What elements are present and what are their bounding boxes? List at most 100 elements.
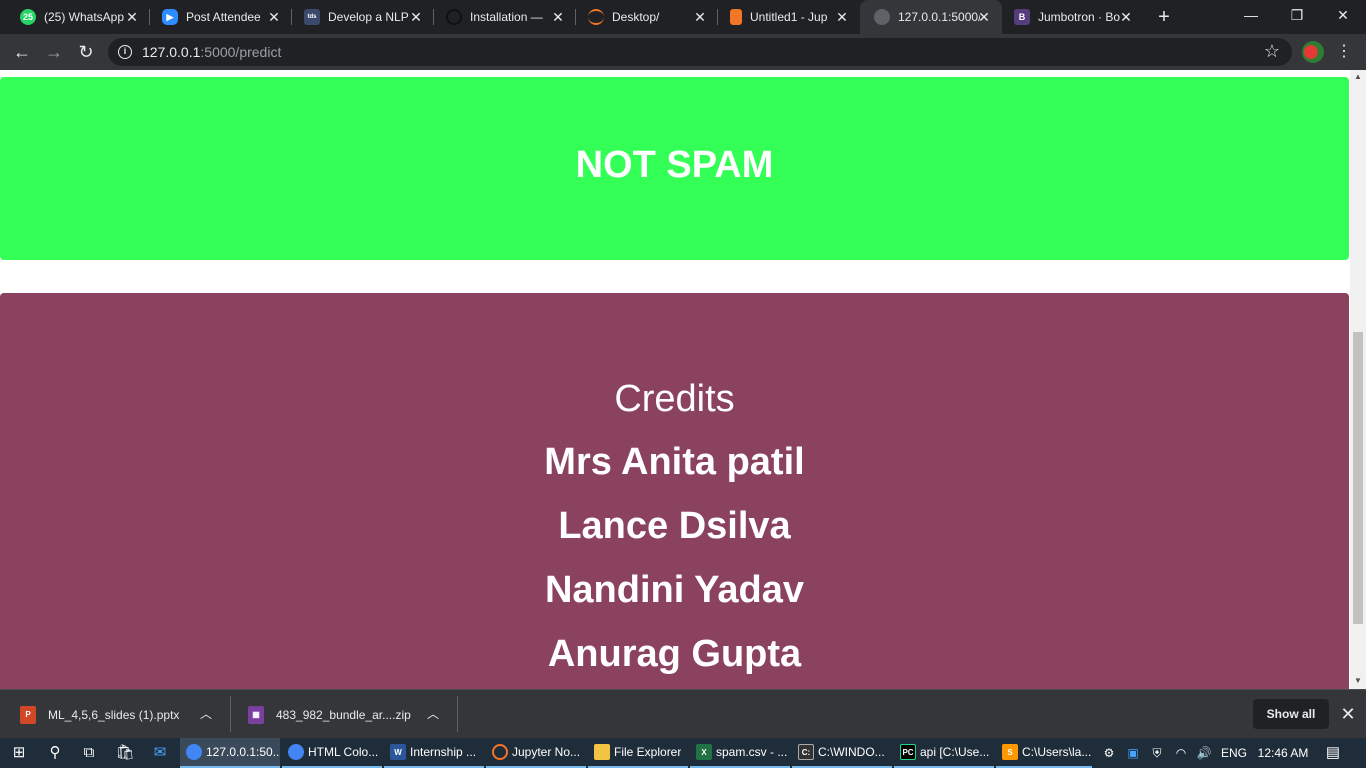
close-icon[interactable]: ✕	[1118, 9, 1134, 25]
tab-desktop[interactable]: Desktop/ ✕	[568, 0, 718, 34]
url-path: :5000/predict	[200, 44, 282, 60]
globe-icon	[874, 9, 890, 25]
bookmark-star-icon[interactable]: ☆	[1264, 41, 1280, 62]
page-viewport: NOT SPAM Credits Mrs Anita patil Lance D…	[0, 70, 1350, 689]
taskbar-app-label: api [C:\Use...	[920, 745, 990, 759]
tab-whatsapp[interactable]: 25 (25) WhatsApp ✕	[0, 0, 150, 34]
tab-title: (25) WhatsApp	[44, 10, 125, 24]
excel-icon: X	[696, 744, 712, 760]
show-all-button[interactable]: Show all	[1253, 699, 1329, 729]
taskbar-app-label: HTML Colo...	[308, 745, 379, 759]
minimize-button[interactable]: —	[1228, 0, 1274, 34]
store-icon[interactable]: 🛍	[108, 738, 142, 768]
download-item[interactable]: P ML_4,5,6_slides (1).pptx	[0, 690, 228, 739]
scroll-down-icon[interactable]: ▼	[1350, 674, 1366, 688]
whatsapp-icon: 25	[20, 9, 36, 25]
close-icon[interactable]: ✕	[976, 9, 992, 25]
credits-jumbotron: Credits Mrs Anita patil Lance Dsilva Nan…	[0, 293, 1349, 689]
tab-title: Desktop/	[612, 10, 660, 24]
pycharm-icon: PC	[900, 744, 916, 760]
cmd-icon: C:	[798, 744, 814, 760]
windows-taskbar: ⊞ ⚲ ⧉ 🛍 ✉ 127.0.0.1:50... HTML Colo... W…	[0, 738, 1366, 768]
taskbar-app-chrome-predict[interactable]: 127.0.0.1:50...	[180, 738, 280, 768]
back-button[interactable]: ←	[8, 38, 36, 66]
winrar-icon: ▦	[248, 705, 264, 724]
close-icon[interactable]: ✕	[1338, 702, 1358, 726]
chevron-up-icon[interactable]: ︿	[198, 705, 214, 723]
task-view-icon[interactable]: ⧉	[72, 738, 106, 768]
tab-title: 127.0.0.1:5000/	[898, 10, 980, 24]
taskbar-app-label: C:\WINDO...	[818, 745, 885, 759]
taskbar-app-jupyter[interactable]: Jupyter No...	[486, 738, 586, 768]
restore-button[interactable]: ❐	[1274, 0, 1320, 34]
credit-name: Nandini Yadav	[544, 569, 805, 611]
wifi-icon[interactable]: ◠	[1170, 738, 1192, 768]
download-filename: 483_982_bundle_ar....zip	[276, 707, 411, 722]
url-host: 127.0.0.1	[142, 44, 201, 60]
taskbar-app-chrome-html[interactable]: HTML Colo...	[282, 738, 382, 768]
notifications-icon[interactable]: ▤	[1320, 738, 1346, 768]
anaconda-icon	[446, 9, 462, 25]
chevron-up-icon[interactable]: ︿	[425, 705, 441, 723]
tab-develop-nlp[interactable]: tds Develop a NLP ✕	[284, 0, 434, 34]
taskbar-app-word[interactable]: W Internship ...	[384, 738, 484, 768]
result-jumbotron: NOT SPAM	[0, 77, 1349, 260]
close-icon[interactable]: ✕	[408, 9, 424, 25]
taskbar-app-pycharm[interactable]: PC api [C:\Use...	[894, 738, 994, 768]
taskbar-app-cmd[interactable]: C: C:\WINDO...	[792, 738, 892, 768]
close-icon[interactable]: ✕	[550, 9, 566, 25]
tab-active-predict[interactable]: 127.0.0.1:5000/ ✕	[860, 0, 1002, 34]
tab-title: Installation —	[470, 10, 543, 24]
credits-heading: Credits	[614, 378, 735, 420]
close-icon[interactable]: ✕	[124, 9, 140, 25]
taskbar-app-label: Jupyter No...	[512, 745, 581, 759]
powerpoint-icon: P	[20, 705, 36, 724]
taskbar-app-label: C:\Users\la...	[1022, 745, 1092, 759]
tray-app-icon[interactable]: ⚙	[1098, 738, 1120, 768]
download-item[interactable]: ▦ 483_982_bundle_ar....zip	[228, 690, 456, 739]
jupyter-icon	[588, 9, 604, 25]
taskbar-app-excel[interactable]: X spam.csv - ...	[690, 738, 790, 768]
address-bar[interactable]: i 127.0.0.1:5000/predict ☆	[108, 38, 1292, 66]
tab-jumbotron[interactable]: B Jumbotron · Bo ✕	[994, 0, 1144, 34]
taskbar-app-sublime[interactable]: S C:\Users\la...	[996, 738, 1092, 768]
tray-network-share-icon[interactable]: ▣	[1122, 738, 1144, 768]
tab-title: Post Attendee	[186, 10, 261, 24]
tds-icon: tds	[304, 9, 320, 25]
tab-title: Untitled1 - Jup	[750, 10, 828, 24]
info-icon[interactable]: i	[118, 45, 132, 59]
close-icon[interactable]: ✕	[266, 9, 282, 25]
tab-post-attendee[interactable]: ▶ Post Attendee ✕	[142, 0, 292, 34]
shield-icon[interactable]: ⛨	[1146, 738, 1168, 768]
window-close-button[interactable]: ✕	[1320, 0, 1366, 34]
credit-name: Mrs Anita patil	[544, 441, 805, 483]
reload-button[interactable]: ↻	[72, 38, 100, 66]
tab-installation[interactable]: Installation — ✕	[426, 0, 576, 34]
scroll-thumb[interactable]	[1353, 332, 1363, 624]
tab-title: Jumbotron · Bo	[1038, 10, 1120, 24]
credit-name: Lance Dsilva	[558, 505, 791, 547]
clock[interactable]: 12:46 AM	[1252, 738, 1314, 768]
menu-dots-icon[interactable]: ⋮	[1334, 38, 1354, 66]
word-icon: W	[390, 744, 406, 760]
mail-icon[interactable]: ✉	[143, 738, 177, 768]
close-icon[interactable]: ✕	[692, 9, 708, 25]
close-icon[interactable]: ✕	[834, 9, 850, 25]
url-text: 127.0.0.1:5000/predict	[142, 44, 281, 60]
volume-icon[interactable]: 🔊	[1193, 738, 1215, 768]
windows-start-icon[interactable]: ⊞	[2, 738, 36, 768]
taskbar-app-label: spam.csv - ...	[716, 745, 788, 759]
taskbar-app-label: File Explorer	[614, 745, 682, 759]
zoom-icon: ▶	[162, 9, 178, 25]
chrome-icon	[186, 744, 202, 760]
forward-button[interactable]: →	[40, 38, 68, 66]
page-scrollbar[interactable]: ▲ ▼	[1350, 70, 1366, 689]
language-indicator[interactable]: ENG	[1218, 738, 1250, 768]
new-tab-button[interactable]: +	[1152, 5, 1176, 29]
tab-strip: 25 (25) WhatsApp ✕ ▶ Post Attendee ✕ tds…	[0, 0, 1366, 34]
profile-avatar[interactable]	[1302, 41, 1324, 63]
taskbar-app-file-explorer[interactable]: File Explorer	[588, 738, 688, 768]
tab-untitled1[interactable]: Untitled1 - Jup ✕	[710, 0, 860, 34]
search-icon[interactable]: ⚲	[38, 738, 72, 768]
scroll-up-icon[interactable]: ▲	[1350, 70, 1366, 84]
